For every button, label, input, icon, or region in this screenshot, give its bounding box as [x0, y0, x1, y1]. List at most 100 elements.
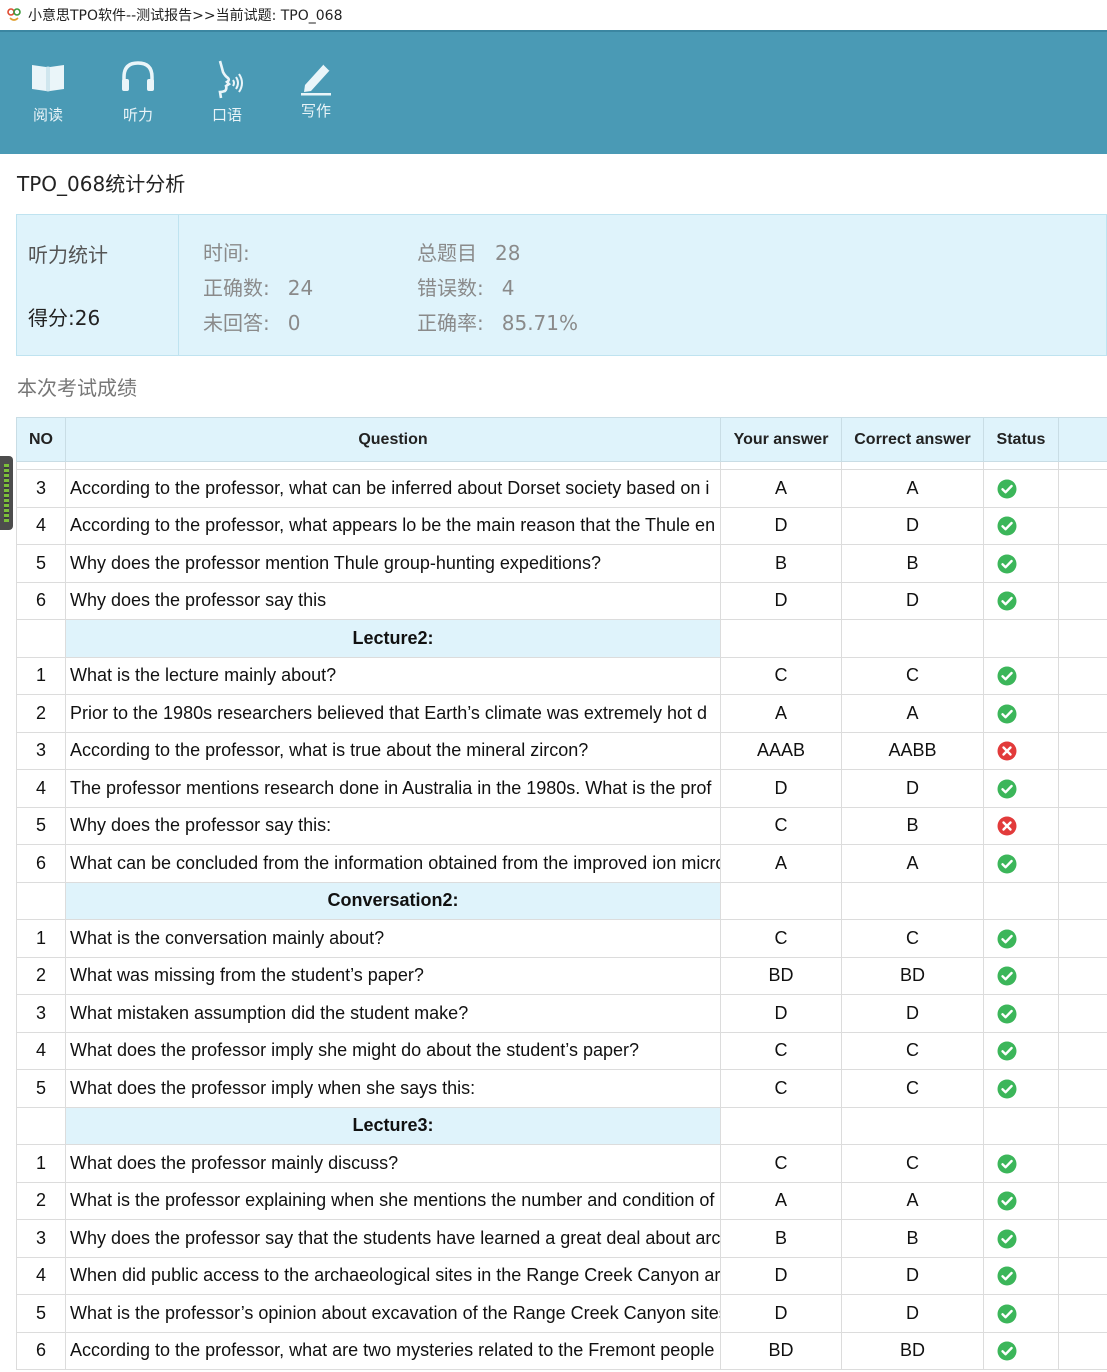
- section-row[interactable]: Lecture3:: [16, 1106, 1107, 1145]
- table-header-row: NO Question Your answer Correct answer S…: [16, 417, 1107, 462]
- cell-empty: [16, 881, 66, 920]
- toolbar-item-writing[interactable]: 写作: [281, 58, 351, 121]
- side-scroll-handle[interactable]: [0, 456, 13, 530]
- stat-total: 总题目 28: [417, 237, 520, 266]
- table-row[interactable]: 5 Why does the professor say this: C B: [16, 806, 1107, 845]
- stat-time-label: 时间:: [203, 241, 250, 265]
- check-circle-icon: [997, 1004, 1017, 1024]
- table-row[interactable]: 3 According to the professor, what can be…: [16, 469, 1107, 508]
- cell-status: [983, 544, 1059, 583]
- pen-icon: [301, 63, 331, 96]
- table-row[interactable]: 4 What does the professor imply she might…: [16, 1031, 1107, 1070]
- check-circle-icon: [997, 1154, 1017, 1174]
- toolbar-item-speaking[interactable]: 口语: [192, 58, 262, 125]
- cell-filler: [1058, 994, 1107, 1033]
- table-row[interactable]: 5 What does the professor imply when she …: [16, 1069, 1107, 1108]
- cell-filler: [1058, 506, 1107, 545]
- cell-filler: [1058, 1331, 1107, 1370]
- column-header-correct-answer[interactable]: Correct answer: [841, 417, 984, 462]
- cell-status: [983, 1181, 1059, 1220]
- cell-correct-answer: BD: [841, 956, 984, 995]
- cell-question: The professor mentions research done in …: [65, 769, 721, 808]
- check-circle-icon: [997, 854, 1017, 874]
- cell-correct-answer: D: [841, 994, 984, 1033]
- cell-status: [983, 919, 1059, 958]
- table-row[interactable]: 2 Prior to the 1980s researchers believed…: [16, 694, 1107, 733]
- table-row[interactable]: 1 What is the lecture mainly about? C C: [16, 656, 1107, 695]
- cell-status: [983, 806, 1059, 845]
- stat-wrong-label: 错误数:: [417, 276, 484, 300]
- cell-no: 3: [16, 731, 66, 770]
- cell-correct-answer: C: [841, 656, 984, 695]
- cell-status: [983, 769, 1059, 808]
- cell-status: [983, 1144, 1059, 1183]
- cell-filler: [1058, 844, 1107, 883]
- cell-your-answer: B: [720, 1219, 842, 1258]
- cell-status: [983, 1069, 1059, 1108]
- cell-filler: [1058, 469, 1107, 508]
- table-row[interactable]: 5 Why does the professor mention Thule gr…: [16, 544, 1107, 583]
- cell-filler: [1058, 1144, 1107, 1183]
- cell-question: Why does the professor say this:: [65, 806, 721, 845]
- cell-empty: [1058, 881, 1107, 920]
- cell-your-answer: C: [720, 919, 842, 958]
- table-row[interactable]: 3 What mistaken assumption did the studen…: [16, 994, 1107, 1033]
- cell-filler: [1058, 581, 1107, 620]
- cell-no: 6: [16, 1331, 66, 1370]
- toolbar-item-reading[interactable]: 阅读: [13, 58, 83, 125]
- cell-filler: [1058, 694, 1107, 733]
- table-row[interactable]: 5 What is the professor’s opinion about e…: [16, 1294, 1107, 1333]
- cell-no: 2: [16, 694, 66, 733]
- table-row[interactable]: 2 What is the professor explaining when s…: [16, 1181, 1107, 1220]
- table-row[interactable]: 6 According to the professor, what are tw…: [16, 1331, 1107, 1370]
- cell-no: 3: [16, 1219, 66, 1258]
- cell-empty: [720, 619, 842, 658]
- cell-no: 4: [16, 506, 66, 545]
- table-row-partial: [16, 461, 1107, 470]
- cell-correct-answer: D: [841, 506, 984, 545]
- table-row[interactable]: 4 When did public access to the archaeolo…: [16, 1256, 1107, 1295]
- cell-empty: [1058, 1106, 1107, 1145]
- results-table[interactable]: NO Question Your answer Correct answer S…: [16, 417, 1107, 1370]
- cell-your-answer: A: [720, 469, 842, 508]
- cell-question: What was missing from the student’s pape…: [65, 956, 721, 995]
- table-row[interactable]: 4 According to the professor, what appear…: [16, 506, 1107, 545]
- table-row[interactable]: 3 Why does the professor say that the stu…: [16, 1219, 1107, 1258]
- section-row[interactable]: Lecture2:: [16, 619, 1107, 658]
- toolbar-label-writing: 写作: [300, 102, 331, 120]
- cell-status: [983, 1219, 1059, 1258]
- stats-score: 得分:26: [28, 306, 101, 330]
- table-row[interactable]: 1 What does the professor mainly discuss?…: [16, 1144, 1107, 1183]
- table-row[interactable]: 6 Why does the professor say this D D: [16, 581, 1107, 620]
- column-header-your-answer[interactable]: Your answer: [720, 417, 842, 462]
- cell-no: 5: [16, 1069, 66, 1108]
- check-circle-icon: [997, 1341, 1017, 1361]
- cell-status: [983, 469, 1059, 508]
- section-row[interactable]: Conversation2:: [16, 881, 1107, 920]
- cell-empty: [983, 619, 1059, 658]
- table-row[interactable]: 6 What can be concluded from the informat…: [16, 844, 1107, 883]
- stat-correct-value: 24: [287, 276, 314, 300]
- table-row[interactable]: 1 What is the conversation mainly about? C…: [16, 919, 1107, 958]
- cell-filler: [1058, 956, 1107, 995]
- cell-question: What does the professor mainly discuss?: [65, 1144, 721, 1183]
- table-row[interactable]: 4 The professor mentions research done in…: [16, 769, 1107, 808]
- cell-empty: [1058, 619, 1107, 658]
- table-row[interactable]: 2 What was missing from the student’s pap…: [16, 956, 1107, 995]
- column-header-no[interactable]: NO: [16, 417, 66, 462]
- cell-status: [983, 844, 1059, 883]
- column-header-status[interactable]: Status: [983, 417, 1059, 462]
- cell-no: 5: [16, 544, 66, 583]
- cell-your-answer: D: [720, 581, 842, 620]
- cell-correct-answer: A: [841, 844, 984, 883]
- check-circle-icon: [997, 479, 1017, 499]
- cell-no: 6: [16, 581, 66, 620]
- page-title: TPO_068统计分析: [17, 172, 186, 196]
- table-row[interactable]: 3 According to the professor, what is tru…: [16, 731, 1107, 770]
- section-toolbar: 阅读 听力 口语 写作: [0, 30, 1107, 154]
- table-body: 3 According to the professor, what can be…: [16, 461, 1107, 1370]
- column-header-question[interactable]: Question: [65, 417, 721, 462]
- toolbar-item-listening[interactable]: 听力: [103, 58, 173, 125]
- cell-no: 5: [16, 806, 66, 845]
- cell-empty: [720, 1106, 842, 1145]
